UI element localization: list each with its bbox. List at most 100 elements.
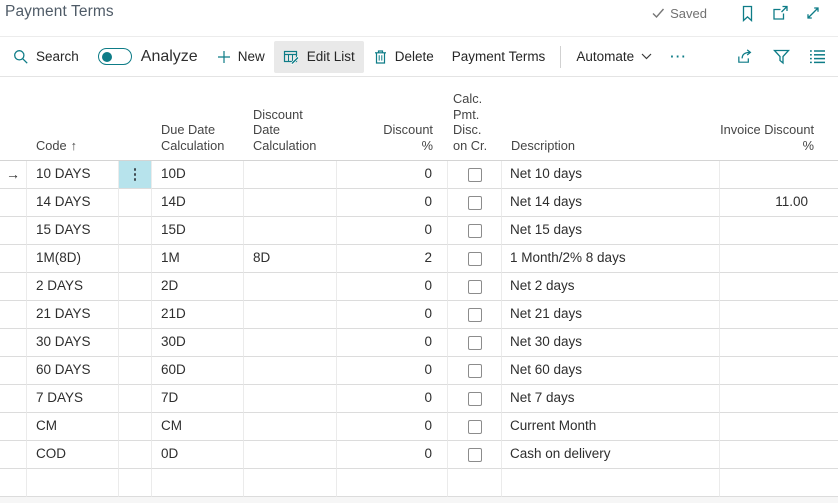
automate-menu-button[interactable]: Automate	[567, 41, 661, 73]
code-cell[interactable]: 60 DAYS	[27, 357, 119, 385]
invoice-discount-pct-cell[interactable]	[720, 301, 838, 329]
discount-pct-cell[interactable]: 0	[337, 329, 448, 357]
calc-pmt-checkbox[interactable]	[468, 392, 482, 406]
code-cell[interactable]: 7 DAYS	[27, 385, 119, 413]
column-header-description[interactable]: Description	[502, 77, 720, 160]
filter-icon[interactable]	[772, 48, 790, 66]
due-date-calculation-cell[interactable]: 30D	[152, 329, 244, 357]
share-icon[interactable]	[736, 48, 754, 66]
code-cell[interactable]: 30 DAYS	[27, 329, 119, 357]
due-date-calculation-cell[interactable]: 7D	[152, 385, 244, 413]
description-cell[interactable]: Net 10 days	[502, 161, 720, 189]
invoice-discount-pct-cell[interactable]: 11.00	[720, 189, 838, 217]
due-date-calculation-cell[interactable]: 21D	[152, 301, 244, 329]
discount-date-calculation-cell[interactable]	[244, 385, 337, 413]
search-button[interactable]: Search	[4, 41, 88, 73]
due-date-calculation-cell[interactable]	[152, 469, 244, 497]
discount-pct-cell[interactable]: 0	[337, 413, 448, 441]
invoice-discount-pct-cell[interactable]	[720, 329, 838, 357]
description-cell[interactable]: Net 30 days	[502, 329, 720, 357]
code-cell[interactable]: 10 DAYS	[27, 161, 119, 189]
discount-pct-cell[interactable]: 0	[337, 189, 448, 217]
column-header-invoice-discount-pct[interactable]: Invoice Discount %	[720, 77, 838, 160]
column-header-due-date-calculation[interactable]: Due Date Calculation	[152, 77, 244, 160]
column-header-discount-pct[interactable]: Discount %	[337, 77, 448, 160]
invoice-discount-pct-cell[interactable]	[720, 469, 838, 497]
discount-pct-cell[interactable]: 0	[337, 301, 448, 329]
calc-pmt-checkbox[interactable]	[468, 448, 482, 462]
discount-pct-cell[interactable]: 0	[337, 357, 448, 385]
discount-date-calculation-cell[interactable]	[244, 273, 337, 301]
calc-pmt-checkbox[interactable]	[468, 196, 482, 210]
column-header-calc-pmt-disc[interactable]: Calc. Pmt. Disc. on Cr.	[448, 77, 502, 160]
description-cell[interactable]	[502, 469, 720, 497]
description-cell[interactable]: Net 14 days	[502, 189, 720, 217]
description-cell[interactable]: Net 21 days	[502, 301, 720, 329]
calc-pmt-checkbox[interactable]	[468, 224, 482, 238]
edit-list-button[interactable]: Edit List	[274, 41, 364, 73]
more-options-button[interactable]: ⋯	[661, 48, 694, 65]
description-cell[interactable]: Net 7 days	[502, 385, 720, 413]
invoice-discount-pct-cell[interactable]	[720, 273, 838, 301]
expand-icon[interactable]	[804, 4, 822, 22]
description-cell[interactable]: Net 2 days	[502, 273, 720, 301]
calc-pmt-checkbox[interactable]	[468, 364, 482, 378]
description-cell[interactable]: Cash on delivery	[502, 441, 720, 469]
due-date-calculation-cell[interactable]: 1M	[152, 245, 244, 273]
code-cell[interactable]: 2 DAYS	[27, 273, 119, 301]
due-date-calculation-cell[interactable]: CM	[152, 413, 244, 441]
payment-terms-menu-button[interactable]: Payment Terms	[443, 41, 555, 73]
discount-pct-cell[interactable]: 0	[337, 161, 448, 189]
code-cell[interactable]: CM	[27, 413, 119, 441]
description-cell[interactable]: Net 15 days	[502, 217, 720, 245]
list-options-icon[interactable]	[808, 48, 826, 66]
column-header-discount-date-calculation[interactable]: Discount Date Calculation	[244, 77, 337, 160]
invoice-discount-pct-cell[interactable]	[720, 357, 838, 385]
invoice-discount-pct-cell[interactable]	[720, 245, 838, 273]
invoice-discount-pct-cell[interactable]	[720, 441, 838, 469]
description-cell[interactable]: Current Month	[502, 413, 720, 441]
discount-date-calculation-cell[interactable]	[244, 189, 337, 217]
due-date-calculation-cell[interactable]: 2D	[152, 273, 244, 301]
code-cell[interactable]	[27, 469, 119, 497]
discount-pct-cell[interactable]	[337, 469, 448, 497]
calc-pmt-checkbox[interactable]	[468, 168, 482, 182]
discount-pct-cell[interactable]: 2	[337, 245, 448, 273]
code-cell[interactable]: 21 DAYS	[27, 301, 119, 329]
discount-pct-cell[interactable]: 0	[337, 217, 448, 245]
discount-date-calculation-cell[interactable]: 8D	[244, 245, 337, 273]
open-in-new-window-icon[interactable]	[771, 4, 789, 22]
calc-pmt-checkbox[interactable]	[468, 280, 482, 294]
due-date-calculation-cell[interactable]: 60D	[152, 357, 244, 385]
delete-button[interactable]: Delete	[364, 41, 443, 73]
discount-date-calculation-cell[interactable]	[244, 413, 337, 441]
invoice-discount-pct-cell[interactable]	[720, 413, 838, 441]
invoice-discount-pct-cell[interactable]	[720, 385, 838, 413]
discount-date-calculation-cell[interactable]	[244, 357, 337, 385]
code-cell[interactable]: 1M(8D)	[27, 245, 119, 273]
column-header-code[interactable]: Code↑	[27, 77, 119, 160]
discount-date-calculation-cell[interactable]	[244, 329, 337, 357]
analyze-toggle[interactable]	[98, 48, 132, 65]
due-date-calculation-cell[interactable]: 10D	[152, 161, 244, 189]
row-more-options-button[interactable]	[119, 161, 151, 188]
discount-pct-cell[interactable]: 0	[337, 273, 448, 301]
discount-pct-cell[interactable]: 0	[337, 385, 448, 413]
discount-date-calculation-cell[interactable]	[244, 301, 337, 329]
new-button[interactable]: New	[208, 41, 274, 73]
calc-pmt-checkbox[interactable]	[468, 420, 482, 434]
discount-date-calculation-cell[interactable]	[244, 441, 337, 469]
bookmark-icon[interactable]	[738, 4, 756, 22]
code-cell[interactable]: COD	[27, 441, 119, 469]
code-cell[interactable]: 14 DAYS	[27, 189, 119, 217]
description-cell[interactable]: 1 Month/2% 8 days	[502, 245, 720, 273]
calc-pmt-checkbox[interactable]	[468, 252, 482, 266]
invoice-discount-pct-cell[interactable]	[720, 161, 838, 189]
due-date-calculation-cell[interactable]: 15D	[152, 217, 244, 245]
due-date-calculation-cell[interactable]: 14D	[152, 189, 244, 217]
invoice-discount-pct-cell[interactable]	[720, 217, 838, 245]
due-date-calculation-cell[interactable]: 0D	[152, 441, 244, 469]
description-cell[interactable]: Net 60 days	[502, 357, 720, 385]
discount-pct-cell[interactable]: 0	[337, 441, 448, 469]
calc-pmt-checkbox[interactable]	[468, 308, 482, 322]
